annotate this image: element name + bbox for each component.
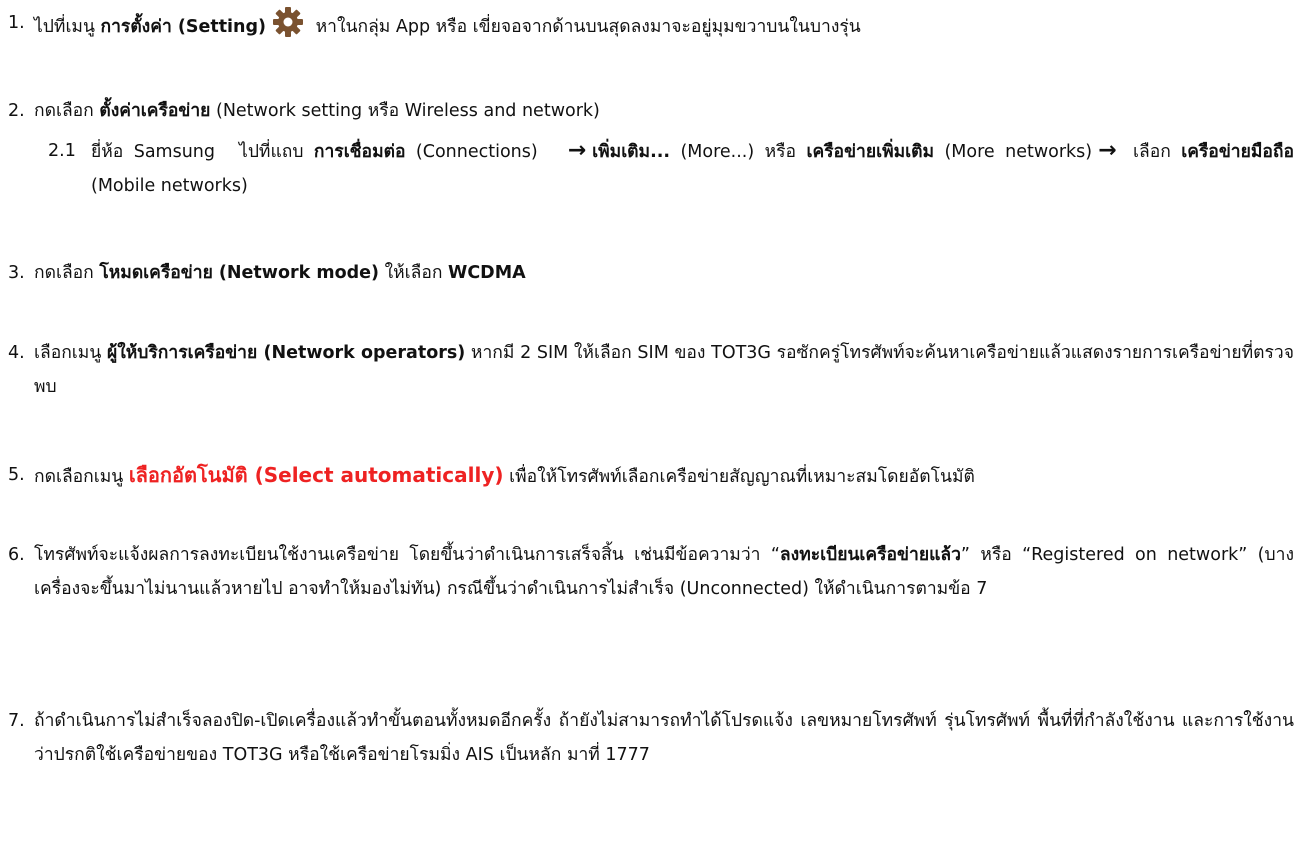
step-3: 3. กดเลือก โหมดเครือข่าย (Network mode) … — [8, 256, 1294, 290]
more-networks-label: เครือข่ายเพิ่มเติม — [806, 142, 935, 162]
step-text: ถ้าดำเนินการไม่สำเร็จลองปิด-เปิดเครื่องแ… — [34, 711, 1294, 765]
step-text: เลือกเมนู — [34, 343, 107, 363]
more-label: เพิ่มเติม... — [592, 142, 671, 162]
select-automatically-label: เลือกอัตโนมัติ (Select automatically) — [128, 463, 504, 487]
step-number: 2. — [8, 101, 25, 121]
step-5: 5. กดเลือกเมนู เลือกอัตโนมัติ (Select au… — [8, 458, 1294, 494]
step-4: 4. เลือกเมนู ผู้ให้บริการเครือข่าย (Netw… — [8, 336, 1294, 404]
wcdma-label: WCDMA — [448, 263, 526, 283]
substep-number: 2.1 — [48, 141, 76, 161]
step-text: ไปที่เมนู — [34, 17, 101, 37]
step-text: กดเลือก — [34, 263, 100, 283]
mobile-networks-label: เครือข่ายมือถือ — [1181, 142, 1295, 162]
network-setting-label: ตั้งค่าเครือข่าย — [99, 101, 211, 121]
substep-text: (Connections) — [405, 142, 538, 162]
step-number: 5. — [8, 465, 25, 485]
step-number: 4. — [8, 343, 25, 363]
network-mode-label: โหมดเครือข่าย (Network mode) — [99, 263, 379, 283]
substep-text: (Mobile networks) — [91, 176, 248, 196]
step-text: ให้เลือก — [379, 263, 449, 283]
step-text: กดเลือก — [34, 101, 100, 121]
arrow-right-icon: → — [1098, 138, 1117, 163]
step-7: 7. ถ้าดำเนินการไม่สำเร็จลองปิด-เปิดเครื่… — [8, 704, 1294, 772]
substep-text: (More networks) — [934, 142, 1093, 162]
network-operators-label: ผู้ให้บริการเครือข่าย (Network operators… — [106, 343, 466, 363]
substep-text: ไปที่แถบ — [239, 142, 314, 162]
step-number: 6. — [8, 545, 25, 565]
substep-text: ยี่ห้อ Samsung — [91, 142, 216, 162]
step-2: 2. กดเลือก ตั้งค่าเครือข่าย (Network set… — [8, 94, 1294, 128]
step-text: เพื่อให้โทรศัพท์เลือกเครือข่ายสัญญาณที่เ… — [503, 467, 975, 487]
registered-label: ลงทะเบียนเครือข่ายแล้ว — [779, 545, 961, 565]
step-1: 1. ไปที่เมนู การตั้งค่า (Setting) หาในกล… — [8, 6, 1294, 44]
arrow-right-icon: → — [567, 138, 587, 163]
document-page: 1. ไปที่เมนู การตั้งค่า (Setting) หาในกล… — [0, 0, 1312, 846]
step-6: 6. โทรศัพท์จะแจ้งผลการลงทะเบียนใช้งานเคร… — [8, 538, 1294, 606]
step-text: (Network setting หรือ Wireless and netwo… — [210, 101, 600, 121]
substep-2-1: 2.1 ยี่ห้อ Samsung ไปที่แถบ การเชื่อมต่อ … — [48, 134, 1294, 203]
step-text: กดเลือกเมนู — [34, 467, 129, 487]
step-number: 1. — [8, 13, 25, 33]
step-number: 3. — [8, 263, 25, 283]
step-text: หาในกลุ่ม App หรือ เขี่ยจอจากด้านบนสุดลง… — [310, 17, 861, 37]
step-number: 7. — [8, 711, 25, 731]
substep-text: (More...) หรือ — [670, 142, 807, 162]
step-text: โทรศัพท์จะแจ้งผลการลงทะเบียนใช้งานเครือข… — [34, 545, 780, 565]
setting-menu-label: การตั้งค่า (Setting) — [100, 17, 267, 37]
substep-text: เลือก — [1122, 142, 1182, 162]
connections-label: การเชื่อมต่อ — [313, 142, 406, 162]
gear-icon — [272, 6, 304, 38]
